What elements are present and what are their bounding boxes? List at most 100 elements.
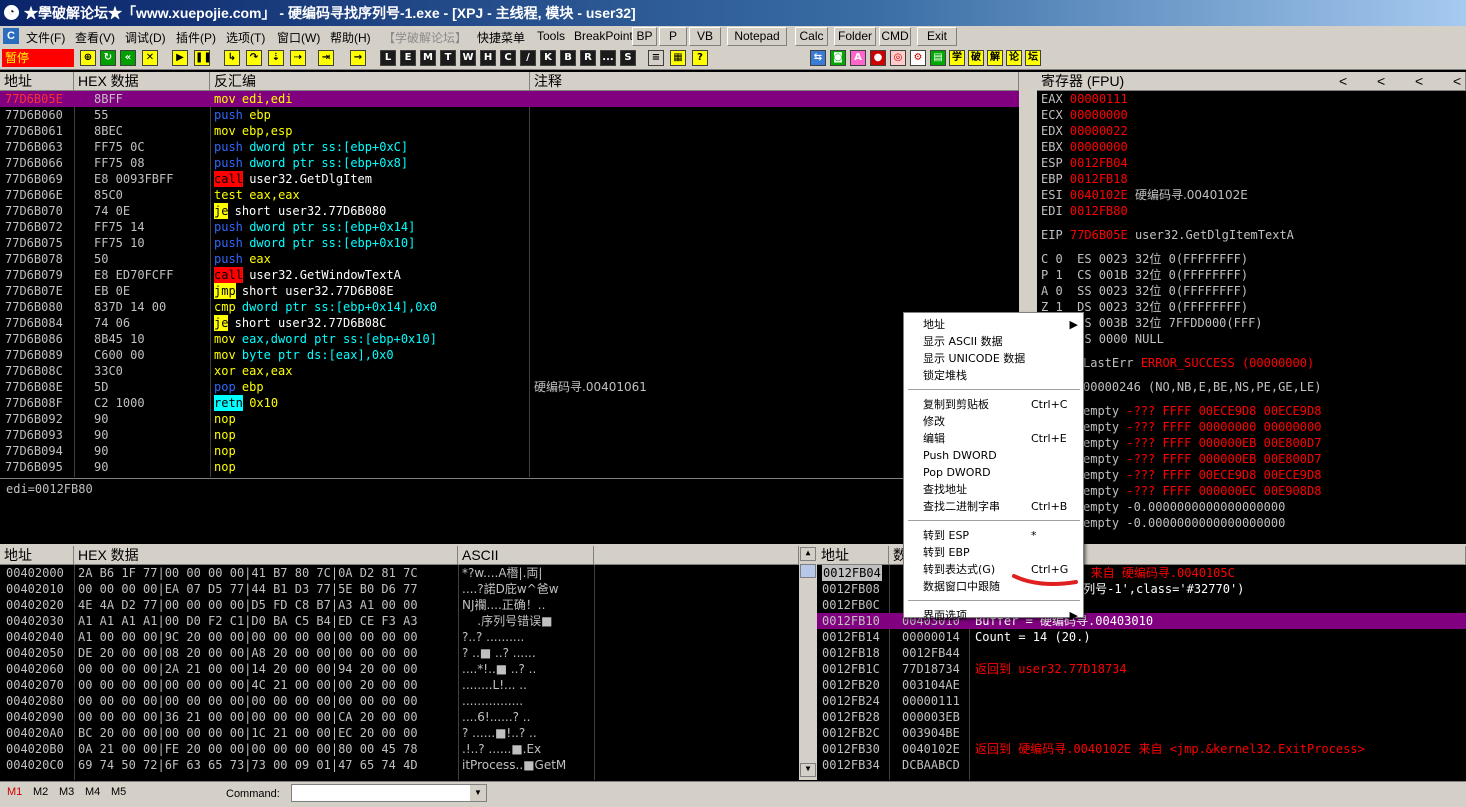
register-row[interactable]: EDI 0012FB80: [1041, 203, 1461, 219]
disasm-row[interactable]: 77D6B084 74 06 je short user32.77D6B08C: [0, 315, 1019, 331]
flag-segment-row[interactable]: A 0 SS 0023 32位 0(FFFFFFFF): [1041, 283, 1248, 299]
run-icon[interactable]: ▶: [172, 50, 188, 66]
menu-vb-button[interactable]: VB: [689, 27, 721, 46]
context-menu-item[interactable]: 复制到剪贴板 Ctrl+C: [923, 397, 1078, 413]
stack-row[interactable]: 0012FB24 00000111: [817, 693, 1466, 709]
disasm-row[interactable]: 77D6B063 FF75 0C push dword ptr ss:[ebp+0xC…: [0, 139, 1019, 155]
context-menu-item[interactable]: 修改: [923, 414, 1078, 430]
fpu-row[interactable]: empty -0.0000000000000000000: [1083, 515, 1285, 531]
dump-pane[interactable]: 00402000 2A B6 1F 77|00 00 00 00|41 B7 80…: [0, 565, 799, 780]
dump-row[interactable]: 004020B0 0A 21 00 00|FE 20 00 00|00 00 00…: [0, 741, 799, 757]
fpu-row[interactable]: empty -??? FFFF 000000EB 00E800D7: [1083, 435, 1321, 451]
dump-row[interactable]: 00402010 00 00 00 00|EA 07 D5 77|44 B1 D3…: [0, 581, 799, 597]
dump-row[interactable]: 00402020 4E 4A D2 77|00 00 00 00|D5 FD C8…: [0, 597, 799, 613]
context-menu-item[interactable]: 锁定堆栈: [923, 368, 1078, 384]
disasm-row[interactable]: 77D6B093 90 nop: [0, 427, 1019, 443]
command-dropdown-icon[interactable]: ▼: [470, 785, 486, 801]
disassembly-pane[interactable]: 77D6B05E 8BFF mov edi,edi 77D6B060 55 push ebp 7…: [0, 91, 1019, 477]
app-menu-icon[interactable]: C: [3, 28, 19, 44]
dump-header-hex[interactable]: HEX 数据: [74, 546, 458, 565]
plugin-a-icon[interactable]: A: [850, 50, 866, 66]
plugin-target-icon[interactable]: ◎: [890, 50, 906, 66]
pause-icon[interactable]: ❚❚: [194, 50, 212, 66]
tab-m3[interactable]: M3: [59, 786, 74, 798]
disasm-row[interactable]: 77D6B086 8B45 10 mov eax,dword ptr ss:[ebp+…: [0, 331, 1019, 347]
windows-icon[interactable]: W: [460, 50, 476, 66]
register-row[interactable]: ESI 0040102E 硬编码寻.0040102E: [1041, 187, 1461, 203]
register-value[interactable]: 00000022: [1070, 124, 1128, 138]
flag-segment-row[interactable]: C 0 ES 0023 32位 0(FFFFFFFF): [1041, 251, 1248, 267]
fpu-row[interactable]: empty -??? FFFF 000000EB 00E800D7: [1083, 451, 1321, 467]
fpu-row[interactable]: empty -??? FFFF 00ECE9D8 00ECE9D8: [1083, 467, 1321, 483]
register-value[interactable]: 0012FB80: [1070, 204, 1128, 218]
registers-pane[interactable]: EAX 00000111 ECX 00000000 EDX 00000022 EBX …: [1037, 91, 1466, 544]
disasm-header-address[interactable]: 地址: [0, 72, 74, 91]
plugin-stop-icon[interactable]: ●: [870, 50, 886, 66]
step-into-icon[interactable]: ↳: [224, 50, 240, 66]
disasm-header-disasm[interactable]: 反汇编: [210, 72, 530, 91]
register-row[interactable]: EBP 0012FB18: [1041, 171, 1461, 187]
disasm-row[interactable]: 77D6B060 55 push ebp: [0, 107, 1019, 123]
menu-quick[interactable]: 快捷菜单: [477, 29, 525, 46]
tab-m5[interactable]: M5: [111, 786, 126, 798]
call-stack-icon[interactable]: K: [540, 50, 556, 66]
disasm-row[interactable]: 77D6B072 FF75 14 push dword ptr ss:[ebp+0x1…: [0, 219, 1019, 235]
stack-row[interactable]: 0012FB34 DCBAABCD: [817, 757, 1466, 773]
context-menu-item[interactable]: 显示 ASCII 数据: [923, 334, 1078, 350]
register-value[interactable]: 00000000: [1070, 140, 1128, 154]
disasm-row[interactable]: 77D6B078 50 push eax: [0, 251, 1019, 267]
flag-segment-row[interactable]: P 1 CS 001B 32位 0(FFFFFFFF): [1041, 267, 1248, 283]
trace-over-icon[interactable]: ⇢: [290, 50, 306, 66]
stack-row[interactable]: 0012FB2C 003904BE: [817, 725, 1466, 741]
disasm-row[interactable]: 77D6B06E 85C0 test eax,eax: [0, 187, 1019, 203]
stack-row[interactable]: 0012FB1C 77D18734 返回到 user32.77D18734: [817, 661, 1466, 677]
disasm-row[interactable]: 77D6B066 FF75 08 push dword ptr ss:[ebp+0x8…: [0, 155, 1019, 171]
register-value[interactable]: 0012FB18: [1070, 172, 1128, 186]
disasm-row[interactable]: 77D6B092 90 nop: [0, 411, 1019, 427]
fpu-row[interactable]: empty -??? FFFF 00000000 00000000: [1083, 419, 1321, 435]
source-icon[interactable]: S: [620, 50, 636, 66]
stack-row[interactable]: 0012FB14 00000014 Count = 14 (20.): [817, 629, 1466, 645]
disasm-row[interactable]: 77D6B05E 8BFF mov edi,edi: [0, 91, 1019, 107]
menu-p-button[interactable]: P: [659, 27, 687, 46]
context-menu-item[interactable]: Pop DWORD: [923, 465, 1078, 481]
breakpoints-icon[interactable]: B: [560, 50, 576, 66]
context-menu-item[interactable]: Push DWORD: [923, 448, 1078, 464]
menu-calc-button[interactable]: Calc: [795, 27, 828, 46]
menu-folder-button[interactable]: Folder: [834, 27, 876, 46]
restart-icon[interactable]: ↻: [100, 50, 116, 66]
menu-plugins[interactable]: 插件(P): [176, 29, 216, 46]
stack-row[interactable]: 0012FB18 0012FB44: [817, 645, 1466, 661]
dump-scrollbar[interactable]: ▲ ▼: [799, 546, 817, 780]
dump-row[interactable]: 00402040 A1 00 00 00|9C 20 00 00|00 00 00…: [0, 629, 799, 645]
register-value[interactable]: 0040102E: [1070, 188, 1128, 202]
disasm-header-comment[interactable]: 注释: [530, 72, 1019, 91]
refresh-icon[interactable]: ⇆: [810, 50, 826, 66]
reg-nav-1[interactable]: <: [1339, 72, 1347, 90]
disasm-row[interactable]: 77D6B069 E8 0093FBFF call user32.GetDlgItem: [0, 171, 1019, 187]
run-trace-icon[interactable]: ...: [600, 50, 616, 66]
help-icon[interactable]: ?: [692, 50, 708, 66]
register-value[interactable]: 00000111: [1070, 92, 1128, 106]
register-row[interactable]: ESP 0012FB04: [1041, 155, 1461, 171]
fpu-row[interactable]: empty -??? FFFF 00ECE9D8 00ECE9D8: [1083, 403, 1321, 419]
context-menu-item[interactable]: 转到 EBP: [923, 545, 1078, 561]
context-menu-item[interactable]: 查找地址: [923, 482, 1078, 498]
scroll-down-icon[interactable]: ▼: [800, 763, 816, 777]
menu-bp-button[interactable]: BP: [632, 27, 657, 46]
efl-row[interactable]: 00000246 (NO,NB,E,BE,NS,PE,GE,LE): [1083, 379, 1321, 395]
step-over-icon[interactable]: ↷: [246, 50, 262, 66]
disasm-header-hex[interactable]: HEX 数据: [74, 72, 210, 91]
context-menu-item[interactable]: 转到 ESP *: [923, 528, 1078, 544]
disasm-row[interactable]: 77D6B08C 33C0 xor eax,eax: [0, 363, 1019, 379]
menu-exit-button[interactable]: Exit: [917, 27, 957, 46]
disasm-row[interactable]: 77D6B089 C600 00 mov byte ptr ds:[eax],0x0: [0, 347, 1019, 363]
references-icon[interactable]: R: [580, 50, 596, 66]
fpu-row[interactable]: empty -??? FFFF 000000EC 00E908D8: [1083, 483, 1321, 499]
tab-m1[interactable]: M1: [7, 786, 22, 798]
menu-notepad-button[interactable]: Notepad: [727, 27, 787, 46]
reg-nav-2[interactable]: <: [1377, 72, 1385, 90]
forum-lun-icon[interactable]: 论: [1006, 50, 1022, 66]
disasm-row[interactable]: 77D6B08F C2 1000 retn 0x10: [0, 395, 1019, 411]
handles-icon[interactable]: H: [480, 50, 496, 66]
